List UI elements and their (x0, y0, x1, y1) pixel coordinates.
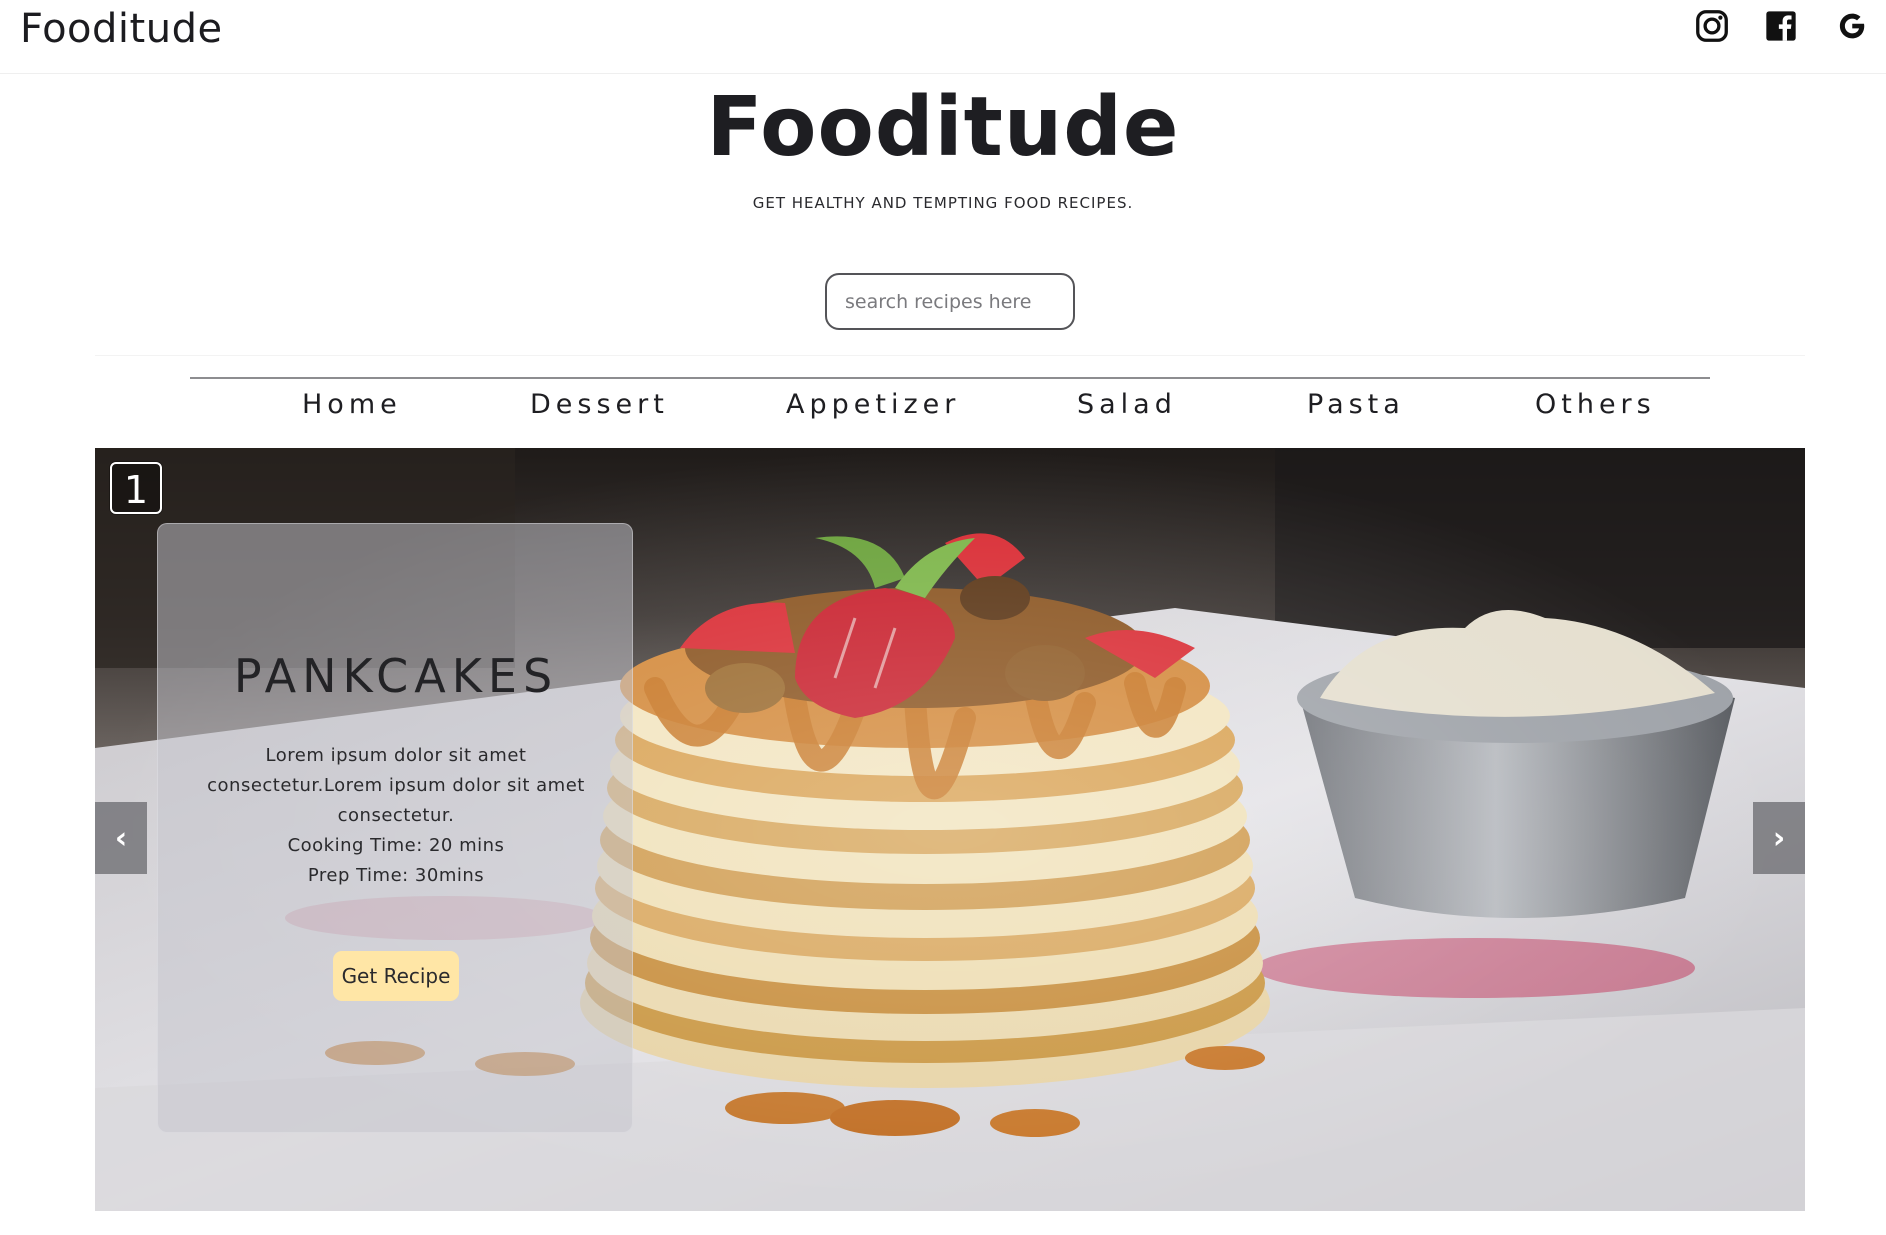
description-line: consectetur.Lorem ipsum dolor sit amet (207, 775, 585, 796)
recipe-description: Lorem ipsum dolor sit amet consectetur.L… (198, 741, 594, 891)
nav-item-home[interactable]: Home (302, 389, 402, 420)
description-line: Lorem ipsum dolor sit amet (265, 745, 527, 766)
description-line: consectetur. (337, 805, 455, 826)
nav-item-salad[interactable]: Salad (1077, 389, 1177, 420)
nav-item-appetizer[interactable]: Appetizer (786, 389, 960, 420)
slide-number-badge: 1 (110, 462, 162, 514)
nav-item-pasta[interactable]: Pasta (1307, 389, 1405, 420)
google-icon[interactable] (1834, 6, 1870, 46)
brand-logo-text[interactable]: Fooditude (20, 6, 223, 52)
cooking-time: Cooking Time: 20 mins (287, 835, 505, 856)
chevron-left-icon: ‹ (114, 820, 128, 856)
recipe-title: PANKCAKES (233, 649, 559, 703)
chevron-right-icon: › (1772, 820, 1786, 856)
top-bar: Fooditude (0, 0, 1886, 74)
slider-next-button[interactable]: › (1753, 802, 1805, 874)
tagline: GET HEALTHY AND TEMPTING FOOD RECIPES. (752, 194, 1134, 212)
recipe-card: PANKCAKES Lorem ipsum dolor sit amet con… (157, 523, 633, 1133)
slider-prev-button[interactable]: ‹ (95, 802, 147, 874)
search-input[interactable] (825, 273, 1075, 330)
facebook-icon[interactable] (1763, 6, 1799, 46)
get-recipe-button[interactable]: Get Recipe (333, 951, 459, 1001)
nav-item-others[interactable]: Others (1535, 389, 1656, 420)
prep-time: Prep Time: 30mins (307, 865, 485, 886)
instagram-icon[interactable] (1692, 6, 1732, 46)
recipe-slider: 1 PANKCAKES Lorem ipsum dolor sit amet c… (95, 448, 1805, 1211)
category-nav: Home Dessert Appetizer Salad Pasta Other… (190, 377, 1710, 433)
nav-item-dessert[interactable]: Dessert (530, 389, 669, 420)
page-title: Fooditude (706, 80, 1180, 175)
divider (95, 355, 1805, 356)
